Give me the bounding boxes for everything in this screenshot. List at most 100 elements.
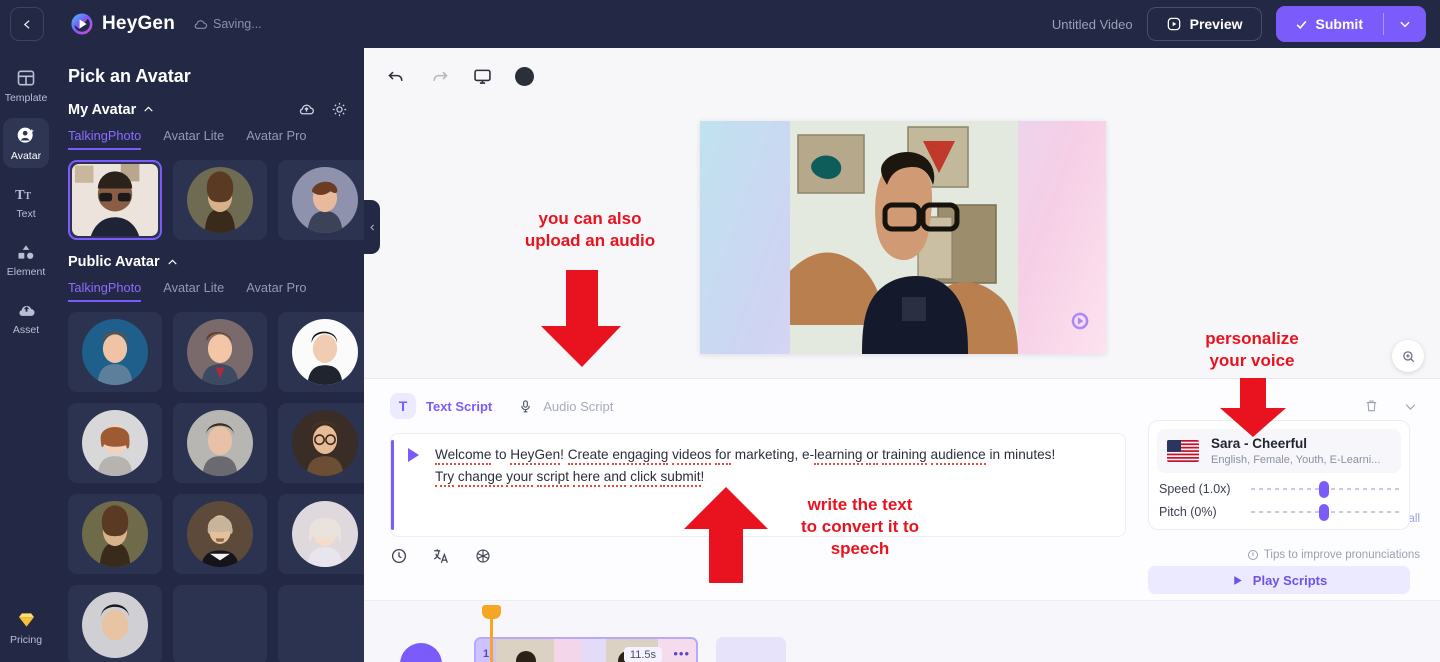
script-play-button[interactable] <box>408 448 419 462</box>
rail-item-element[interactable]: Element <box>3 234 49 284</box>
panel-title: Pick an Avatar <box>68 66 191 86</box>
play-triangle-icon <box>1234 575 1242 585</box>
brand-name: HeyGen <box>102 13 176 34</box>
my-avatar-section-header[interactable]: My Avatar <box>52 101 364 118</box>
rail-item-asset[interactable]: Asset <box>3 292 49 342</box>
avatar-thumb[interactable] <box>173 494 267 574</box>
text-script-icon[interactable]: T <box>390 393 416 419</box>
diamond-icon <box>18 613 34 627</box>
avatar-thumb[interactable] <box>68 494 162 574</box>
video-canvas[interactable] <box>700 121 1106 354</box>
avatar-thumb[interactable] <box>173 312 267 392</box>
canvas-avatar-photo[interactable] <box>790 121 1018 354</box>
pronunciation-tips[interactable]: Tips to improve pronunciations <box>1247 549 1420 561</box>
avatar-thumb[interactable] <box>68 403 162 483</box>
avatar-thumb[interactable] <box>68 160 162 240</box>
avatar-panel: Pick an Avatar My Avatar TalkingPhoto Av… <box>52 48 364 662</box>
text-icon: TT <box>15 187 31 203</box>
tab-audio-script[interactable]: Audio Script <box>543 399 613 414</box>
tab-my-avatar-lite[interactable]: Avatar Lite <box>163 128 224 150</box>
avatar-image <box>187 592 253 658</box>
avatar-thumb[interactable] <box>278 312 364 392</box>
tab-public-talkingphoto[interactable]: TalkingPhoto <box>68 280 142 302</box>
clock-icon[interactable] <box>390 547 408 565</box>
cloud-upload-icon[interactable] <box>298 101 315 118</box>
zoom-in-button[interactable] <box>1392 340 1424 372</box>
back-button[interactable] <box>10 7 44 41</box>
script-word: ! <box>560 447 568 462</box>
timeline-add-slot[interactable] <box>716 637 786 662</box>
pitch-label: Pitch (0%) <box>1159 505 1217 519</box>
rail-label: Avatar <box>10 150 42 162</box>
clip-more-button[interactable]: ••• <box>673 646 690 661</box>
script-word-misspelled: learning <box>814 447 863 465</box>
heygen-watermark-icon <box>1070 311 1090 336</box>
script-word: ! <box>700 469 705 485</box>
zoom-in-icon <box>1402 350 1414 362</box>
script-accent-bar <box>391 440 394 530</box>
sun-idea-icon[interactable] <box>331 101 348 118</box>
redo-icon[interactable] <box>429 66 450 87</box>
slider-knob[interactable] <box>1319 480 1330 498</box>
stage-toolbar <box>364 48 1440 87</box>
rail-item-avatar[interactable]: Avatar <box>3 118 49 168</box>
pitch-slider[interactable] <box>1251 503 1399 521</box>
undo-icon[interactable] <box>386 66 407 87</box>
translate-icon[interactable] <box>432 547 450 565</box>
timeline-avatar-icon[interactable] <box>400 643 442 662</box>
rail-item-template[interactable]: Template <box>3 60 49 110</box>
slider-knob[interactable] <box>1319 503 1330 521</box>
screen-icon[interactable] <box>472 66 493 87</box>
ai-brain-icon[interactable] <box>474 547 492 565</box>
avatar-thumb[interactable] <box>173 160 267 240</box>
microphone-icon[interactable] <box>518 398 533 415</box>
submit-dropdown-button[interactable] <box>1384 6 1426 42</box>
public-avatar-section-header[interactable]: Public Avatar <box>52 254 364 270</box>
timeline: 1 11.5s ••• <box>364 600 1440 662</box>
tab-public-avatar-pro[interactable]: Avatar Pro <box>246 280 306 302</box>
avatar-thumb[interactable] <box>68 312 162 392</box>
chevron-up-icon[interactable] <box>142 103 155 116</box>
script-line-1: Welcome to HeyGen! Create engaging video… <box>435 444 1055 466</box>
script-line-2: Try change your script here and click su… <box>435 466 1055 488</box>
saving-label: Saving... <box>213 17 262 31</box>
script-word-misspelled: Create <box>567 447 609 465</box>
avatar-image <box>292 319 358 385</box>
avatar-icon <box>17 127 34 143</box>
submit-button[interactable]: Submit <box>1275 6 1426 42</box>
tab-public-avatar-lite[interactable]: Avatar Lite <box>163 280 224 302</box>
tab-text-script[interactable]: Text Script <box>426 399 492 414</box>
tab-my-avatar-pro[interactable]: Avatar Pro <box>246 128 306 150</box>
avatar-thumb[interactable] <box>173 403 267 483</box>
avatar-image <box>187 319 253 385</box>
playhead-handle[interactable] <box>482 605 501 619</box>
trash-icon[interactable] <box>1364 398 1379 414</box>
saving-status: Saving... <box>193 17 262 32</box>
video-title[interactable]: Untitled Video <box>1052 17 1133 32</box>
speed-slider[interactable] <box>1251 480 1399 498</box>
annotation-line: you can also <box>538 209 642 228</box>
play-scripts-button[interactable]: Play Scripts <box>1148 566 1410 594</box>
rail-item-text[interactable]: TT Text <box>3 176 49 226</box>
annotation-line: upload an audio <box>524 230 656 250</box>
my-avatar-label: My Avatar <box>68 101 137 118</box>
public-avatar-label: Public Avatar <box>68 254 160 270</box>
avatar-thumb[interactable] <box>278 403 364 483</box>
avatar-thumb[interactable] <box>173 585 267 662</box>
panel-collapse-handle[interactable] <box>364 200 380 254</box>
avatar-thumb[interactable] <box>278 160 364 240</box>
record-dot-icon[interactable] <box>515 67 534 86</box>
chevron-left-icon <box>23 19 30 29</box>
play-scripts-label: Play Scripts <box>1252 572 1328 588</box>
annotation-line: personalize <box>1205 329 1299 348</box>
tab-my-talkingphoto[interactable]: TalkingPhoto <box>68 128 142 150</box>
avatar-thumb[interactable] <box>278 585 364 662</box>
avatar-thumb[interactable] <box>278 494 364 574</box>
annotation-line: to convert it to <box>800 516 920 536</box>
timeline-clip[interactable]: 1 11.5s ••• <box>474 637 698 662</box>
chevron-up-icon[interactable] <box>166 256 179 269</box>
preview-button[interactable]: Preview <box>1146 7 1262 41</box>
rail-item-pricing[interactable]: Pricing <box>3 602 49 652</box>
chevron-down-icon[interactable] <box>1403 399 1418 414</box>
avatar-thumb[interactable] <box>68 585 162 662</box>
